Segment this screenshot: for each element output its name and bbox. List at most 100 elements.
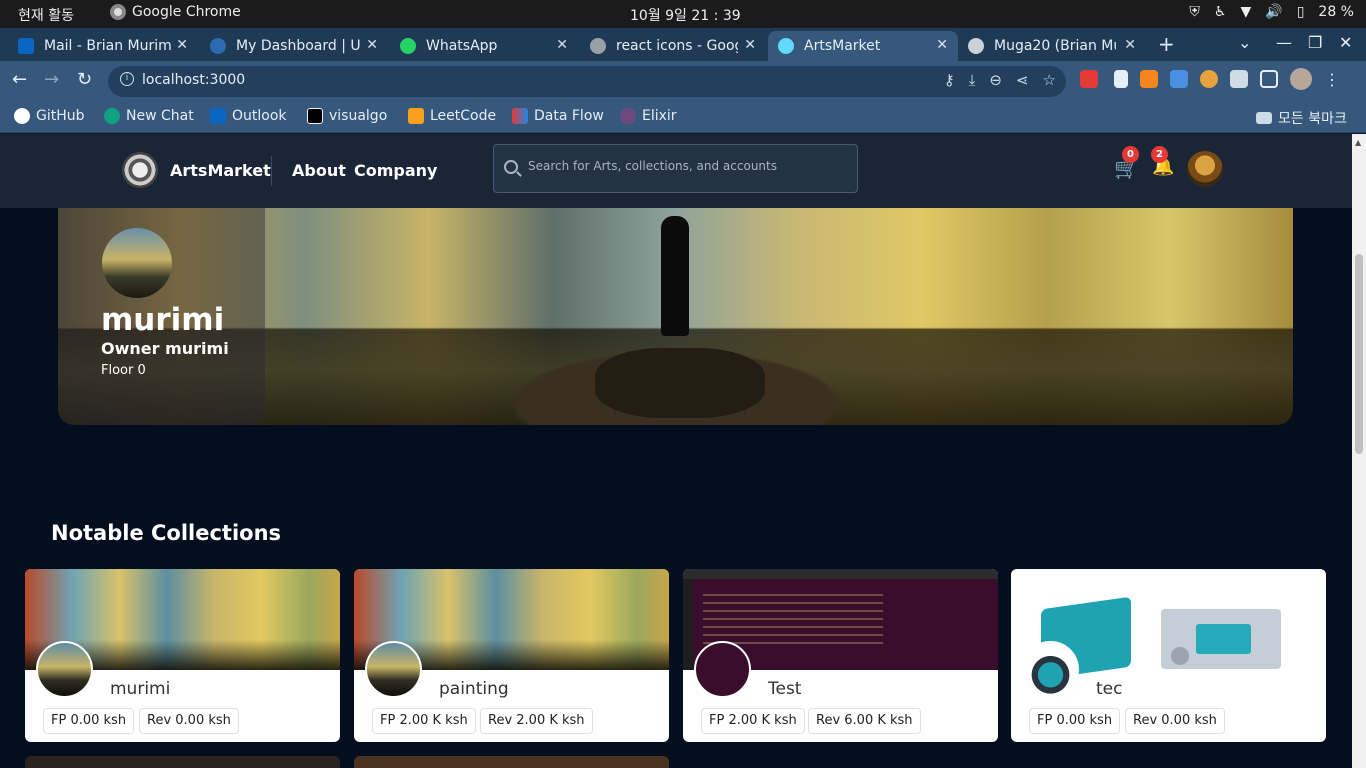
browser-toolbar: ← → ↻ i localhost:3000 ⚷ ⤓ ⊖ ⋖ ☆ ⋮ xyxy=(0,61,1366,101)
reload-icon[interactable]: ↻ xyxy=(77,69,92,90)
tab-github[interactable]: Muga20 (Brian Mu ✕ xyxy=(958,31,1146,61)
bookmark-data-flow[interactable]: Data Flow xyxy=(512,108,604,124)
maximize-icon[interactable]: ❐ xyxy=(1308,33,1322,52)
bookmark-github[interactable]: GitHub xyxy=(14,108,85,124)
profile-floor: Floor 0 xyxy=(101,363,146,378)
close-icon[interactable]: ✕ xyxy=(936,37,948,53)
tab-title: Muga20 (Brian Mu xyxy=(994,38,1116,54)
revenue-pill: Rev 6.00 K ksh xyxy=(808,708,921,734)
brand-name[interactable]: ArtsMarket xyxy=(170,161,271,180)
os-top-bar: 현재 활동 Google Chrome 10월 9일 21 : 39 ⛨ ♿ ▼… xyxy=(0,0,1366,28)
bookmark-label: Data Flow xyxy=(534,108,604,124)
bookmark-visualgo[interactable]: visualgo xyxy=(307,108,387,124)
profile-avatar xyxy=(102,228,172,298)
profile-avatar-icon[interactable] xyxy=(1290,68,1312,90)
metamask-icon[interactable] xyxy=(1140,70,1158,88)
github-icon xyxy=(14,108,30,124)
nav-company[interactable]: Company xyxy=(354,161,437,180)
url-text[interactable]: localhost:3000 xyxy=(142,72,245,88)
banner-bench xyxy=(595,348,765,418)
minimize-icon[interactable]: — xyxy=(1276,33,1292,52)
menu-icon[interactable]: ⋮ xyxy=(1324,70,1340,90)
tab-title: react icons - Goog xyxy=(616,38,738,54)
collection-card[interactable]: tec FP 0.00 ksh Rev 0.00 ksh xyxy=(1011,569,1326,742)
site-header: ArtsMarket About Company 🛒 0 🔔 2 xyxy=(0,134,1352,208)
collection-card-partial[interactable] xyxy=(354,756,669,768)
illustration-shape xyxy=(1171,647,1189,665)
activities-button[interactable]: 현재 활동 xyxy=(18,5,74,25)
bookmark-star-icon[interactable]: ☆ xyxy=(1043,71,1056,89)
scrollbar-thumb[interactable] xyxy=(1355,254,1363,454)
shield-icon: ⛨ xyxy=(1189,4,1200,20)
scroll-up-icon[interactable]: ▲ xyxy=(1355,138,1361,147)
close-icon[interactable]: ✕ xyxy=(744,37,756,53)
elixir-icon xyxy=(620,108,636,124)
search-input[interactable] xyxy=(528,159,848,173)
artsmarket-logo[interactable] xyxy=(122,152,158,188)
share-icon[interactable]: ⋖ xyxy=(1016,71,1029,89)
bookmark-label: visualgo xyxy=(329,108,388,124)
tab-search-icon[interactable]: ⌄ xyxy=(1238,33,1251,52)
tab-mail[interactable]: Mail - Brian Murim ✕ xyxy=(8,31,198,61)
section-title: Notable Collections xyxy=(51,521,282,545)
tab-dashboard[interactable]: My Dashboard | Us ✕ xyxy=(200,31,388,61)
all-bookmarks-folder[interactable]: 모든 북마크 xyxy=(1256,108,1347,128)
tab-whatsapp[interactable]: WhatsApp ✕ xyxy=(390,31,578,61)
revenue-pill: Rev 0.00 ksh xyxy=(1125,708,1225,734)
system-tray[interactable]: ⛨ ♿ ▼ 🔊 ▯ 28 % xyxy=(1189,4,1354,20)
bookmark-elixir[interactable]: Elixir xyxy=(620,108,677,124)
whatsapp-icon xyxy=(400,38,416,54)
collection-card-partial[interactable] xyxy=(25,756,340,768)
google-icon xyxy=(590,38,606,54)
eyedropper-icon[interactable] xyxy=(1114,70,1128,88)
bookmark-leetcode[interactable]: LeetCode xyxy=(408,108,496,124)
revenue-pill: Rev 2.00 K ksh xyxy=(480,708,593,734)
close-icon[interactable]: ✕ xyxy=(1124,37,1136,53)
illustration-shape xyxy=(1196,624,1251,654)
extension-icon[interactable] xyxy=(1080,70,1098,88)
bookmark-label: Elixir xyxy=(642,108,677,124)
collection-card[interactable]: Test FP 2.00 K ksh Rev 6.00 K ksh xyxy=(683,569,998,742)
dashboard-icon xyxy=(210,38,226,54)
extension-icon[interactable] xyxy=(1200,70,1218,88)
site-info-icon[interactable]: i xyxy=(120,72,134,86)
tab-react-icons[interactable]: react icons - Goog ✕ xyxy=(580,31,766,61)
bookmark-outlook[interactable]: Outlook xyxy=(210,108,287,124)
close-icon[interactable]: ✕ xyxy=(556,37,568,53)
close-window-icon[interactable]: ✕ xyxy=(1339,33,1352,52)
header-divider xyxy=(271,156,272,186)
search-icon xyxy=(504,160,518,174)
back-icon[interactable]: ← xyxy=(12,69,27,90)
banner-figure xyxy=(661,216,689,336)
tab-artsmarket[interactable]: ArtsMarket ✕ xyxy=(768,31,958,61)
zoom-icon[interactable]: ⊖ xyxy=(989,71,1002,89)
notification-count-badge: 2 xyxy=(1151,146,1168,163)
address-bar[interactable]: i localhost:3000 ⚷ ⤓ ⊖ ⋖ ☆ xyxy=(108,66,1066,97)
search-bar[interactable] xyxy=(493,144,858,193)
app-menu[interactable]: Google Chrome xyxy=(110,4,241,20)
battery-level: 28 % xyxy=(1318,4,1354,20)
puzzle-icon[interactable] xyxy=(1230,70,1248,88)
bookmark-new-chat[interactable]: New Chat xyxy=(104,108,194,124)
dataflow-icon xyxy=(512,108,528,124)
collection-avatar xyxy=(1022,641,1079,698)
bookmark-label: LeetCode xyxy=(430,108,497,124)
collection-avatar xyxy=(694,641,751,698)
page-scrollbar[interactable]: ▲ xyxy=(1352,134,1366,768)
close-icon[interactable]: ✕ xyxy=(176,37,188,53)
install-icon[interactable]: ⤓ xyxy=(969,71,976,89)
visualgo-icon xyxy=(307,108,323,124)
key-icon[interactable]: ⚷ xyxy=(944,71,955,89)
extension-icon[interactable] xyxy=(1170,70,1188,88)
new-tab-button[interactable]: + xyxy=(1158,32,1175,56)
user-avatar[interactable] xyxy=(1187,151,1223,187)
forward-icon[interactable]: → xyxy=(44,69,59,90)
tab-strip: Mail - Brian Murim ✕ My Dashboard | Us ✕… xyxy=(0,28,1366,61)
nav-about[interactable]: About xyxy=(292,161,346,180)
extensions-bar: ⋮ xyxy=(1080,68,1340,90)
clock[interactable]: 10월 9일 21 : 39 xyxy=(630,5,741,25)
collection-card[interactable]: murimi FP 0.00 ksh Rev 0.00 ksh xyxy=(25,569,340,742)
side-panel-icon[interactable] xyxy=(1260,70,1278,88)
close-icon[interactable]: ✕ xyxy=(366,37,378,53)
collection-card[interactable]: painting FP 2.00 K ksh Rev 2.00 K ksh xyxy=(354,569,669,742)
